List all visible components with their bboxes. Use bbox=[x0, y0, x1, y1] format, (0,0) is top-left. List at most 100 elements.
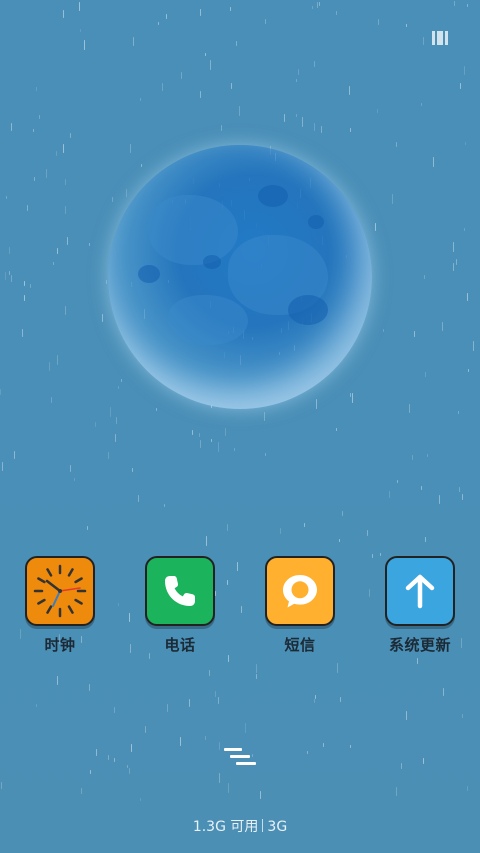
rain-streak bbox=[74, 478, 75, 481]
rain-streak bbox=[339, 539, 340, 542]
rain-streak bbox=[189, 699, 190, 707]
rain-streak bbox=[133, 37, 134, 46]
rain-streak bbox=[56, 151, 57, 156]
rain-streak bbox=[383, 329, 384, 332]
rain-streak bbox=[138, 495, 139, 502]
arrow-up-icon[interactable] bbox=[385, 556, 455, 626]
rain-streak bbox=[473, 341, 474, 351]
rain-streak bbox=[468, 369, 469, 372]
rain-streak bbox=[392, 194, 393, 204]
rain-streak bbox=[132, 468, 133, 472]
memory-free: 1.3G 可用 bbox=[192, 819, 259, 835]
rain-streak bbox=[79, 2, 80, 11]
rain-streak bbox=[314, 123, 315, 131]
rain-streak bbox=[108, 755, 109, 760]
rain-streak bbox=[350, 393, 351, 397]
rain-streak bbox=[63, 10, 64, 18]
rain-streak bbox=[465, 142, 466, 145]
rain-streak bbox=[65, 179, 66, 185]
rain-streak bbox=[110, 407, 111, 417]
app-label-clock: 时钟 bbox=[44, 636, 76, 654]
rain-streak bbox=[280, 528, 281, 534]
rain-streak bbox=[464, 66, 465, 75]
app-system-update[interactable]: 系统更新 bbox=[370, 556, 470, 655]
rain-streak bbox=[314, 699, 315, 703]
rain-streak bbox=[57, 248, 58, 254]
rain-streak bbox=[34, 177, 35, 181]
rain-streak bbox=[14, 451, 15, 459]
rain-streak bbox=[231, 83, 232, 89]
rain-streak bbox=[114, 758, 115, 762]
rain-streak bbox=[467, 786, 468, 791]
rain-streak bbox=[127, 765, 128, 768]
rain-streak bbox=[219, 773, 220, 783]
rain-streak bbox=[227, 524, 228, 531]
rain-streak bbox=[442, 322, 443, 331]
moon-icon bbox=[108, 145, 372, 409]
rain-streak bbox=[425, 537, 426, 542]
rain-streak bbox=[453, 242, 454, 252]
phone-icon[interactable] bbox=[145, 556, 215, 626]
rain-streak bbox=[239, 106, 240, 116]
rain-streak bbox=[53, 262, 54, 265]
rain-streak bbox=[284, 114, 285, 122]
rain-streak bbox=[11, 275, 12, 282]
rain-streak bbox=[321, 126, 322, 133]
rain-streak bbox=[256, 664, 257, 673]
rain-streak bbox=[260, 791, 261, 799]
rain-streak bbox=[462, 494, 463, 500]
rain-streak bbox=[312, 6, 313, 9]
app-sms[interactable]: 短信 bbox=[250, 556, 350, 655]
rain-streak bbox=[340, 697, 341, 702]
rain-streak bbox=[316, 399, 317, 409]
rain-streak bbox=[145, 726, 146, 733]
rain-streak bbox=[5, 272, 6, 280]
rain-streak bbox=[1, 782, 2, 789]
rain-streak bbox=[131, 744, 132, 752]
rain-streak bbox=[245, 723, 246, 733]
rain-streak bbox=[228, 655, 229, 662]
rain-streak bbox=[114, 707, 115, 713]
rain-streak bbox=[230, 7, 231, 11]
rain-streak bbox=[116, 417, 117, 424]
rain-streak bbox=[406, 24, 407, 27]
rain-streak bbox=[314, 61, 315, 67]
rain-streak bbox=[307, 751, 308, 754]
rain-streak bbox=[409, 404, 410, 413]
rain-streak bbox=[200, 9, 201, 16]
rain-streak bbox=[302, 117, 303, 127]
rain-streak bbox=[9, 271, 10, 275]
rain-streak bbox=[210, 60, 211, 70]
rain-streak bbox=[106, 280, 107, 284]
rain-streak bbox=[206, 536, 207, 546]
rain-streak bbox=[158, 22, 159, 25]
rain-streak bbox=[24, 295, 25, 301]
app-phone[interactable]: 电话 bbox=[130, 556, 230, 655]
rain-streak bbox=[115, 434, 116, 442]
rain-streak bbox=[265, 19, 266, 24]
message-bubble-icon[interactable] bbox=[265, 556, 335, 626]
rain-streak bbox=[96, 749, 97, 756]
rain-streak bbox=[464, 228, 465, 231]
rain-streak bbox=[456, 259, 457, 265]
rain-streak bbox=[424, 275, 425, 279]
rain-streak bbox=[141, 164, 142, 167]
rain-streak bbox=[192, 430, 193, 435]
rain-streak bbox=[236, 41, 237, 46]
rain-streak bbox=[57, 676, 58, 685]
rain-streak bbox=[367, 530, 368, 536]
memory-clean-icon[interactable] bbox=[224, 746, 256, 766]
battery-icon bbox=[432, 31, 450, 45]
rain-streak bbox=[221, 125, 222, 131]
rain-streak bbox=[421, 103, 422, 106]
rain-streak bbox=[36, 704, 37, 707]
rain-streak bbox=[87, 526, 88, 530]
rain-streak bbox=[427, 454, 428, 457]
rain-streak bbox=[323, 743, 324, 747]
app-clock[interactable]: 时钟 bbox=[10, 556, 110, 655]
rain-streak bbox=[396, 787, 397, 796]
app-label-phone: 电话 bbox=[164, 636, 196, 654]
rain-streak bbox=[57, 355, 58, 365]
rain-streak bbox=[433, 157, 434, 167]
clock-icon[interactable] bbox=[25, 556, 95, 626]
